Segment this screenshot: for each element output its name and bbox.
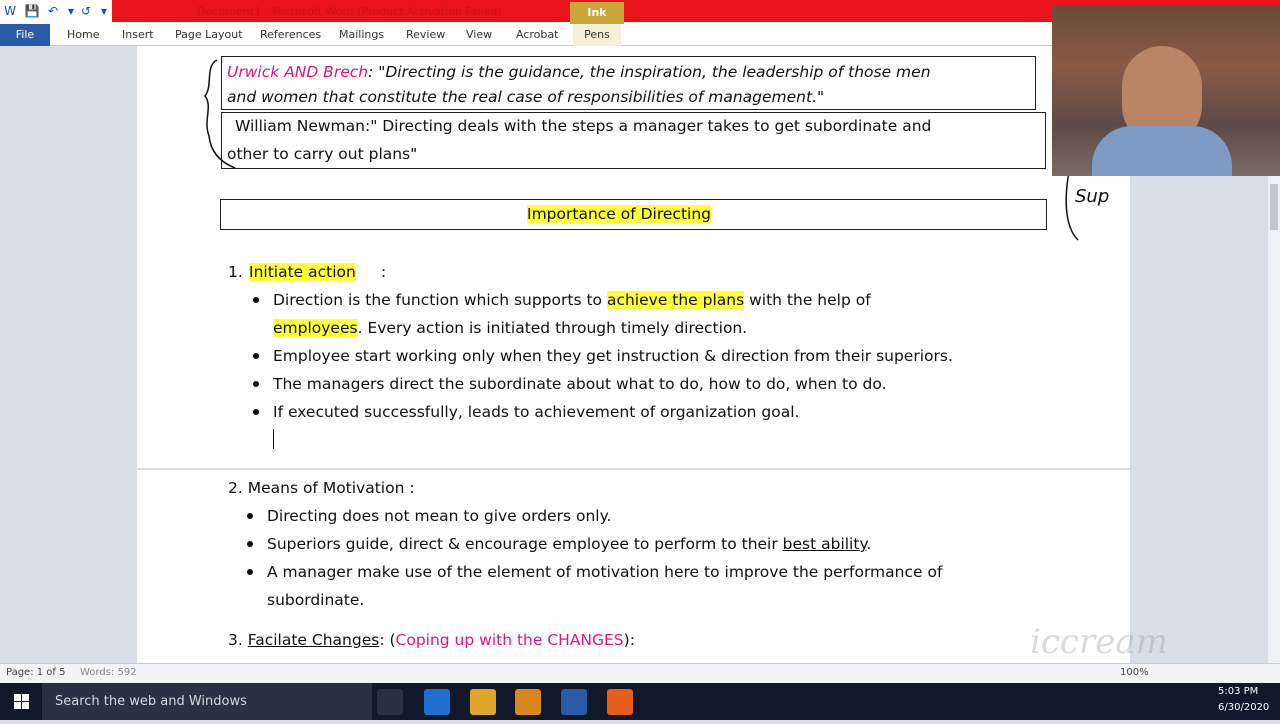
page-count[interactable]: Page: 1 of 5 <box>6 667 65 678</box>
section-2-title: 2. Means of Motivation : <box>228 479 415 497</box>
text-cursor <box>273 429 274 449</box>
heading-importance-of-directing: Importance of Directing <box>527 205 711 223</box>
bullet-dot <box>247 541 253 547</box>
zoom-level[interactable]: 100% <box>1120 667 1149 678</box>
customize-toolbar-icon[interactable]: ▾ <box>96 3 112 19</box>
ink-brace-mark <box>204 59 236 169</box>
presenter-shirt <box>1092 126 1232 176</box>
bullet-dot <box>253 381 259 387</box>
section-2-bullet-3: A manager make use of the element of mot… <box>267 563 943 581</box>
section-1-bullet-1-line-1: Direction is the function which supports… <box>273 291 871 309</box>
section-1-bullet-1-line-2: employees. Every action is initiated thr… <box>273 319 748 337</box>
media-icon[interactable] <box>515 689 541 715</box>
word-logo-icon: W <box>4 4 16 18</box>
bullet-dot <box>253 409 259 415</box>
word-taskbar-icon[interactable] <box>561 689 587 715</box>
section-2-bullet-1: Directing does not mean to give orders o… <box>267 507 612 525</box>
word-count[interactable]: Words: 592 <box>80 667 137 678</box>
tab-home[interactable]: Home <box>67 28 99 41</box>
taskbar: Search the web and Windows 5:03 PM 6/30/… <box>0 683 1280 720</box>
vertical-scrollbar[interactable] <box>1268 174 1280 663</box>
tab-acrobat[interactable]: Acrobat <box>516 28 558 41</box>
tab-file[interactable]: File <box>0 24 50 46</box>
task-view-icon[interactable] <box>377 689 403 715</box>
window-title: Document1 - Microsoft Word (Product Acti… <box>197 5 502 18</box>
section-1-colon: : <box>381 263 387 281</box>
definition-1-line-2: and women that constitute the real case … <box>227 88 825 106</box>
edge-icon[interactable] <box>424 689 450 715</box>
bullet-dot <box>247 513 253 519</box>
definition-1-line-1: Urwick AND Brech: "Directing is the guid… <box>227 63 931 81</box>
tab-view[interactable]: View <box>466 28 492 41</box>
tab-page-layout[interactable]: Page Layout <box>175 28 243 41</box>
save-icon[interactable]: 💾 <box>24 3 40 19</box>
section-1-bullet-3: The managers direct the subordinate abou… <box>273 375 887 393</box>
scrollbar-thumb[interactable] <box>1270 184 1278 230</box>
undo-icon[interactable]: ↶ <box>45 3 61 19</box>
section-1-number: 1. <box>228 263 243 281</box>
taskbar-search-box[interactable]: Search the web and Windows <box>42 683 372 720</box>
tab-insert[interactable]: Insert <box>122 28 154 41</box>
section-2-bullet-3-cont: subordinate. <box>267 591 365 609</box>
section-1-bullet-2: Employee start working only when they ge… <box>273 347 953 365</box>
document-page-1: Urwick AND Brech: "Directing is the guid… <box>137 46 1130 468</box>
bullet-dot <box>247 569 253 575</box>
tab-references[interactable]: References <box>260 28 321 41</box>
bullet-dot <box>253 297 259 303</box>
tab-pens[interactable]: Pens <box>573 24 621 46</box>
section-1-title: Initiate action <box>249 263 356 281</box>
search-placeholder: Search the web and Windows <box>55 694 247 709</box>
status-bar: Page: 1 of 5 Words: 592 100% <box>0 663 1280 683</box>
section-2-bullet-2: Superiors guide, direct & encourage empl… <box>267 535 872 553</box>
clock-time[interactable]: 5:03 PM <box>1218 686 1258 697</box>
watermark-text: iccream <box>1030 622 1168 662</box>
tab-mailings[interactable]: Mailings <box>339 28 384 41</box>
windows-start-icon[interactable] <box>0 683 42 720</box>
tab-review[interactable]: Review <box>406 28 445 41</box>
definition-2-line-1: William Newman:" Directing deals with th… <box>235 117 932 135</box>
ink-tools-label: Ink Tools <box>570 2 624 41</box>
webcam-overlay <box>1052 6 1280 176</box>
clock-date[interactable]: 6/30/2020 <box>1218 702 1269 713</box>
recorder-icon[interactable] <box>607 689 633 715</box>
document-page-2: 2. Means of Motivation : Directing does … <box>137 470 1130 663</box>
ink-note-sup: Sup <box>1075 186 1110 207</box>
file-explorer-icon[interactable] <box>470 689 496 715</box>
undo-dropdown-icon[interactable]: ▾ <box>63 3 79 19</box>
definition-2-line-2: other to carry out plans" <box>227 145 418 163</box>
redo-icon[interactable]: ↺ <box>78 3 94 19</box>
section-3-title: 3. Facilate Changes: (Coping up with the… <box>228 631 635 649</box>
section-1-bullet-4: If executed successfully, leads to achie… <box>273 403 800 421</box>
bullet-dot <box>253 353 259 359</box>
